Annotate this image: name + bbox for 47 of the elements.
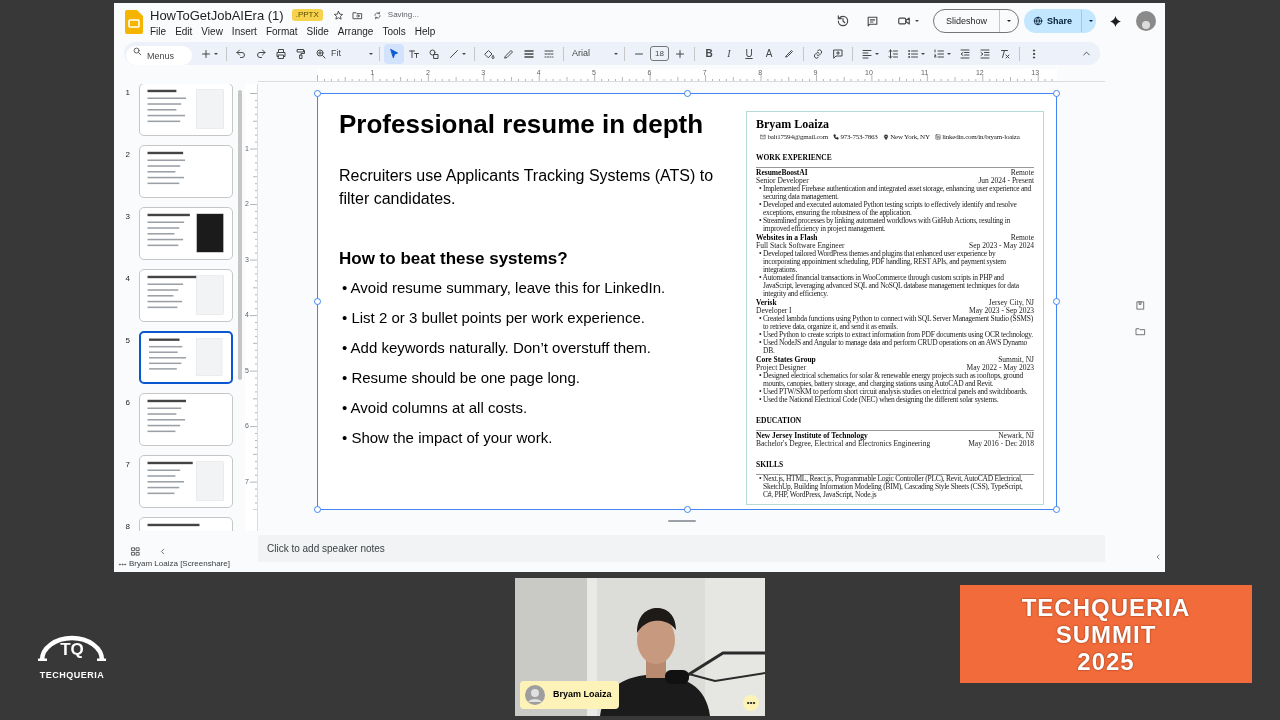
zoom-dropdown[interactable]: Fit: [331, 46, 375, 61]
menu-item[interactable]: Insert: [231, 25, 257, 38]
bullet-point: • Show the impact of your work.: [342, 428, 554, 448]
document-title[interactable]: HowToGetJobAIEra (1): [150, 8, 284, 22]
bullet-point: • List 2 or 3 bullet points per work experience.: [342, 308, 646, 328]
menu-item[interactable]: View: [201, 25, 223, 38]
slide-paragraph: Recruiters use Applicants Tracking Systems (ATS) to filter candidates.: [339, 166, 715, 209]
logo-mark: TQ: [60, 641, 84, 661]
banner-title: 2025: [1077, 647, 1135, 675]
speaker-notes-field[interactable]: Click to add speaker notes: [258, 535, 1105, 562]
banner-title: SUMMIT: [1055, 620, 1157, 648]
file-type-badge: .PPTX: [291, 9, 323, 21]
slide-subheading: How to beat these systems?: [339, 248, 569, 270]
font-size-field[interactable]: 18: [650, 46, 669, 61]
logo-wordmark: TECHQUERIA: [39, 670, 105, 680]
bullet-point: • Add keywords naturally. Don’t overstuff them.: [342, 338, 652, 358]
slide-number: 5: [124, 335, 131, 347]
participant-name: Bryam Loaiza: [553, 688, 612, 702]
resume-name: Bryam Loaiza: [756, 118, 830, 131]
slide-number: 8: [124, 521, 131, 531]
bold-button[interactable]: B: [699, 46, 719, 61]
menu-item[interactable]: Tools: [382, 25, 406, 38]
banner-title: TECHQUERIA: [1021, 593, 1191, 621]
slide-number: 1: [124, 87, 131, 99]
slide-number: 2: [124, 149, 131, 161]
slide-title: Professional resume in depth: [339, 108, 705, 140]
underline-button[interactable]: U: [739, 46, 759, 61]
menu-item[interactable]: Format: [265, 25, 298, 38]
screenshare-label: Bryam Loaiza [Screenshare]: [129, 558, 230, 570]
share-button[interactable]: Share: [1024, 9, 1096, 33]
italic-button[interactable]: I: [719, 46, 739, 61]
slide-number: 7: [124, 459, 131, 471]
font-dropdown[interactable]: Arial: [568, 46, 620, 61]
menu-item[interactable]: File: [150, 25, 167, 38]
search-menus-field[interactable]: Menus: [126, 46, 192, 65]
save-status: Saving...: [387, 9, 419, 21]
menu-item[interactable]: Help: [414, 25, 436, 38]
slide-number: 6: [124, 397, 131, 409]
menu-item[interactable]: Arrange: [337, 25, 374, 38]
bullet-point: • Avoid resume summary, leave this for LinkedIn.: [342, 278, 667, 298]
menu-item[interactable]: Edit: [175, 25, 193, 38]
bullet-point: • Avoid columns at all costs.: [342, 398, 529, 418]
slide-number: 4: [124, 273, 131, 285]
bullet-point: • Resume should be one page long.: [342, 368, 581, 388]
color-button[interactable]: A: [759, 46, 779, 61]
slide-number: 3: [124, 211, 131, 223]
menu-item[interactable]: Slide: [306, 25, 329, 38]
